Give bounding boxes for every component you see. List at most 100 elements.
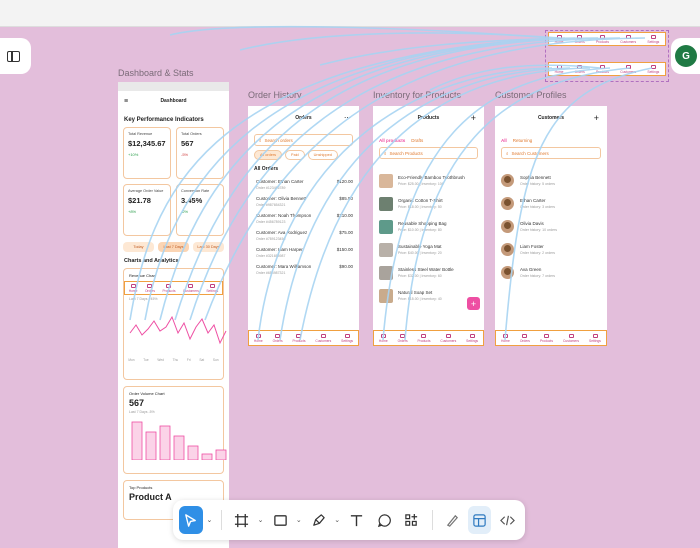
nav-home[interactable]: Home — [379, 333, 388, 343]
list-item[interactable]: Ava Green Order history: 7 orders — [495, 261, 607, 284]
segment-7-days[interactable]: Last 7 Days — [158, 242, 189, 252]
list-item[interactable]: Organic Cotton T-Shirt Price: $18.00 | In… — [373, 192, 484, 215]
kpi-card[interactable]: Total Orders 567 -5% — [176, 127, 224, 179]
search-placeholder: Search Products — [389, 150, 423, 156]
move-tool-button[interactable] — [179, 506, 203, 534]
nav-orders[interactable]: Orders — [575, 34, 585, 44]
nav-orders[interactable]: Orders — [575, 64, 585, 74]
chevron-down-icon[interactable]: ⌄ — [207, 516, 214, 524]
chip-paid[interactable]: Paid — [285, 150, 305, 160]
tab-returning[interactable]: Returning — [513, 138, 533, 143]
list-item[interactable]: Customer: Noah Thompson Order #456789123 $… — [248, 210, 359, 227]
draw-mode-button[interactable] — [440, 506, 464, 534]
revenue-chart-card[interactable]: Revenue Chart Home Orders Products Custo… — [123, 268, 227, 380]
nav-customers[interactable]: Customers — [440, 333, 456, 343]
text-tool-button[interactable] — [345, 506, 369, 534]
nav-settings[interactable]: Settings — [206, 283, 218, 293]
actions-button[interactable] — [400, 506, 424, 534]
design-mode-button[interactable] — [467, 506, 492, 534]
segment-30-days[interactable]: Last 30 Days — [193, 242, 224, 252]
nav-home[interactable]: Home — [501, 333, 510, 343]
orders-frame[interactable]: Orders ⋯ ⌕ Search orders All orders Paid… — [248, 106, 359, 346]
menu-icon[interactable]: ≡ — [124, 98, 128, 105]
search-input[interactable]: ⌕ Search orders — [254, 134, 353, 146]
list-item[interactable]: Customer: Ava Rodriguez Order #789123456 $… — [248, 227, 359, 244]
nav-home[interactable]: Home — [555, 34, 563, 44]
pen-tool-button[interactable] — [307, 506, 331, 534]
list-item[interactable]: Customer: Mara Williamson Order #65498732… — [248, 261, 359, 278]
nav-products[interactable]: Products — [540, 333, 553, 343]
nav-settings[interactable]: Settings — [647, 34, 659, 44]
frame-tool-button[interactable] — [230, 506, 254, 534]
comment-tool-button[interactable] — [372, 506, 396, 534]
list-item[interactable]: Stainless Steel Water Bottle Price: $32.0… — [373, 261, 484, 284]
tab-drafts[interactable]: Drafts — [411, 138, 423, 143]
kpi-change: +10% — [128, 152, 139, 157]
list-item[interactable]: Reusable Shopping Bag Price: $10.00 | Inv… — [373, 215, 484, 238]
kpi-card[interactable]: Average Order Value $21.78 +8% — [123, 184, 171, 236]
list-item[interactable]: Eco-Friendly Bamboo Toothbrush Price: $25… — [373, 169, 484, 192]
nav-products[interactable]: Products — [417, 333, 431, 343]
nav-customers[interactable]: Customers — [183, 283, 199, 293]
search-input[interactable]: ⌕ Search Customers — [501, 147, 601, 159]
nav-component-variant[interactable]: Home Orders Products Customers Settings — [548, 62, 666, 76]
segment-today[interactable]: Today — [123, 242, 154, 252]
more-icon[interactable]: ⋯ — [344, 114, 351, 122]
add-product-button[interactable]: + — [467, 297, 480, 310]
user-avatar-button[interactable]: G — [671, 38, 700, 74]
frame-label-orders[interactable]: Order History — [248, 90, 302, 100]
nav-customers[interactable]: Customers — [315, 333, 331, 343]
chevron-down-icon[interactable]: ⌄ — [296, 516, 303, 524]
nav-customers[interactable]: Customers — [620, 34, 636, 44]
nav-customers[interactable]: Customers — [563, 333, 579, 343]
list-item[interactable]: Customer: Ethan Carter Order #123456789 $1… — [248, 176, 359, 193]
nav-products[interactable]: Products — [292, 333, 306, 343]
dev-mode-button[interactable] — [495, 506, 519, 534]
tab-all[interactable]: All — [501, 138, 507, 143]
frame-label-customers[interactable]: Customer Profiles — [495, 90, 567, 100]
chevron-down-icon[interactable]: ⌄ — [258, 516, 265, 524]
nav-customers[interactable]: Customers — [620, 64, 636, 74]
products-frame[interactable]: Products + All products Drafts ⌕ Search … — [373, 106, 484, 346]
search-input[interactable]: ⌕ Search Products — [379, 147, 478, 159]
home-icon — [556, 64, 562, 69]
nav-orders[interactable]: Orders — [398, 333, 408, 343]
shape-tool-button[interactable] — [268, 506, 292, 534]
nav-settings[interactable]: Settings — [466, 333, 478, 343]
frame-label-inventory[interactable]: Inventory for Products — [373, 90, 461, 100]
order-volume-card[interactable]: Order Volume Chart 567 Last 7 Days -5% — [123, 386, 227, 474]
dashboard-frame[interactable]: ≡ Dashboard Key Performance Indicators T… — [118, 82, 229, 548]
tab-all-products[interactable]: All products — [379, 138, 405, 143]
list-item[interactable]: Sophia Bennett Order history: 5 orders — [495, 169, 607, 192]
nav-component-variant[interactable]: Home Orders Products Customers Settings — [548, 32, 666, 46]
sidebar-toggle-button[interactable] — [0, 38, 31, 74]
kpi-card[interactable]: Conversion Rate 3.45% -2% — [176, 184, 224, 236]
nav-home[interactable]: Home — [254, 333, 263, 343]
nav-home[interactable]: Home — [129, 283, 138, 293]
nav-settings[interactable]: Settings — [341, 333, 353, 343]
chip-unshipped[interactable]: Unshipped — [307, 150, 338, 160]
list-item[interactable]: Customer: Olivia Bennett Order #987654321… — [248, 193, 359, 210]
list-item[interactable]: Olivia Davis Order history: 10 orders — [495, 215, 607, 238]
customers-frame[interactable]: Customers + All Returning ⌕ Search Custo… — [495, 106, 607, 346]
nav-home[interactable]: Home — [555, 64, 563, 74]
chip-all-orders[interactable]: All orders — [254, 150, 283, 160]
frame-label-dashboard[interactable]: Dashboard & Stats — [118, 68, 194, 78]
nav-orders[interactable]: Orders — [520, 333, 530, 343]
kpi-card[interactable]: Total Revenue $12,345.67 +10% — [123, 127, 171, 179]
top-products-title: Top Products — [129, 485, 153, 490]
nav-products[interactable]: Products — [596, 34, 609, 44]
add-icon[interactable]: + — [594, 113, 599, 123]
nav-settings[interactable]: Settings — [589, 333, 601, 343]
list-item[interactable]: Sustainable Yoga Mat Price: $40.00 | Inve… — [373, 238, 484, 261]
nav-products[interactable]: Products — [596, 64, 609, 74]
nav-orders[interactable]: Orders — [145, 283, 155, 293]
list-item[interactable]: Customer: Liam Harper Order #321654987 $15… — [248, 244, 359, 261]
nav-products[interactable]: Products — [162, 283, 175, 293]
list-item[interactable]: Ethan Carter Order history: 3 orders — [495, 192, 607, 215]
chevron-down-icon[interactable]: ⌄ — [334, 516, 341, 524]
add-icon[interactable]: + — [471, 113, 476, 123]
nav-settings[interactable]: Settings — [647, 64, 659, 74]
nav-orders[interactable]: Orders — [273, 333, 283, 343]
list-item[interactable]: Liam Foster Order history: 2 orders — [495, 238, 607, 261]
